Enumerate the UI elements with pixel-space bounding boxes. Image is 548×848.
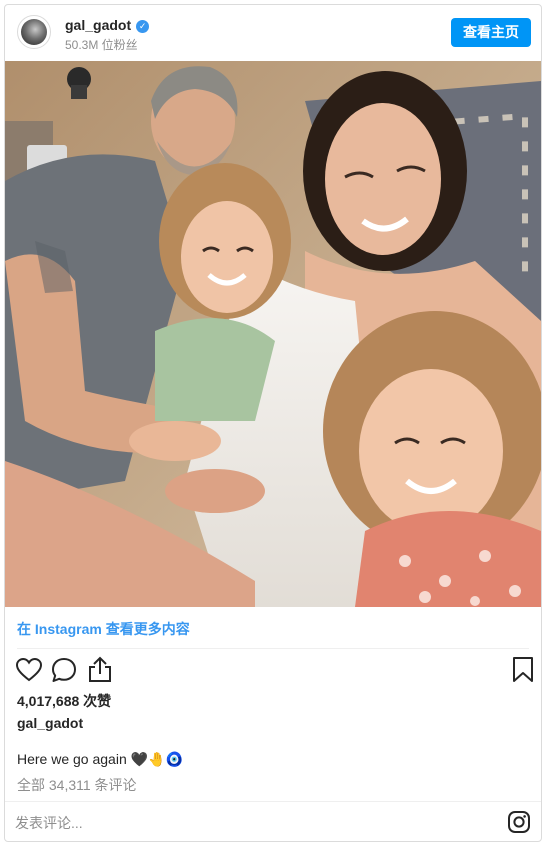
divider bbox=[17, 648, 529, 649]
caption-username-link[interactable]: gal_gadot bbox=[17, 715, 83, 731]
username-text: gal_gadot bbox=[65, 17, 132, 33]
username-link[interactable]: gal_gadot ✓ bbox=[65, 17, 150, 33]
instagram-logo-icon[interactable] bbox=[507, 810, 531, 834]
instagram-embed-card: gal_gadot ✓ 50.3M 位粉丝 查看主页 在 Instagram 查… bbox=[4, 4, 542, 842]
comment-bar: 发表评论... bbox=[5, 801, 541, 842]
share-icon[interactable] bbox=[85, 655, 115, 685]
follower-count: 50.3M 位粉丝 bbox=[65, 38, 138, 52]
view-all-comments-link[interactable]: 全部 34,311 条评论 bbox=[17, 775, 137, 795]
heart-icon[interactable] bbox=[14, 655, 44, 685]
post-photo[interactable] bbox=[5, 61, 541, 607]
comment-icon[interactable] bbox=[49, 655, 79, 685]
post-photo-illustration bbox=[5, 61, 541, 607]
action-bar bbox=[5, 655, 541, 685]
view-profile-button[interactable]: 查看主页 bbox=[451, 18, 531, 47]
verified-badge-icon: ✓ bbox=[136, 20, 150, 33]
avatar[interactable] bbox=[17, 15, 51, 49]
avatar-image bbox=[21, 19, 47, 45]
caption-text: Here we go again 🖤🤚🧿 bbox=[17, 751, 183, 767]
like-count: 4,017,688 次赞 bbox=[17, 693, 112, 709]
add-comment-input[interactable]: 发表评论... bbox=[15, 813, 83, 833]
post-header: gal_gadot ✓ 50.3M 位粉丝 查看主页 bbox=[5, 5, 541, 61]
view-more-on-instagram-link[interactable]: 在 Instagram 查看更多内容 bbox=[17, 619, 190, 639]
bookmark-icon[interactable] bbox=[508, 655, 538, 685]
